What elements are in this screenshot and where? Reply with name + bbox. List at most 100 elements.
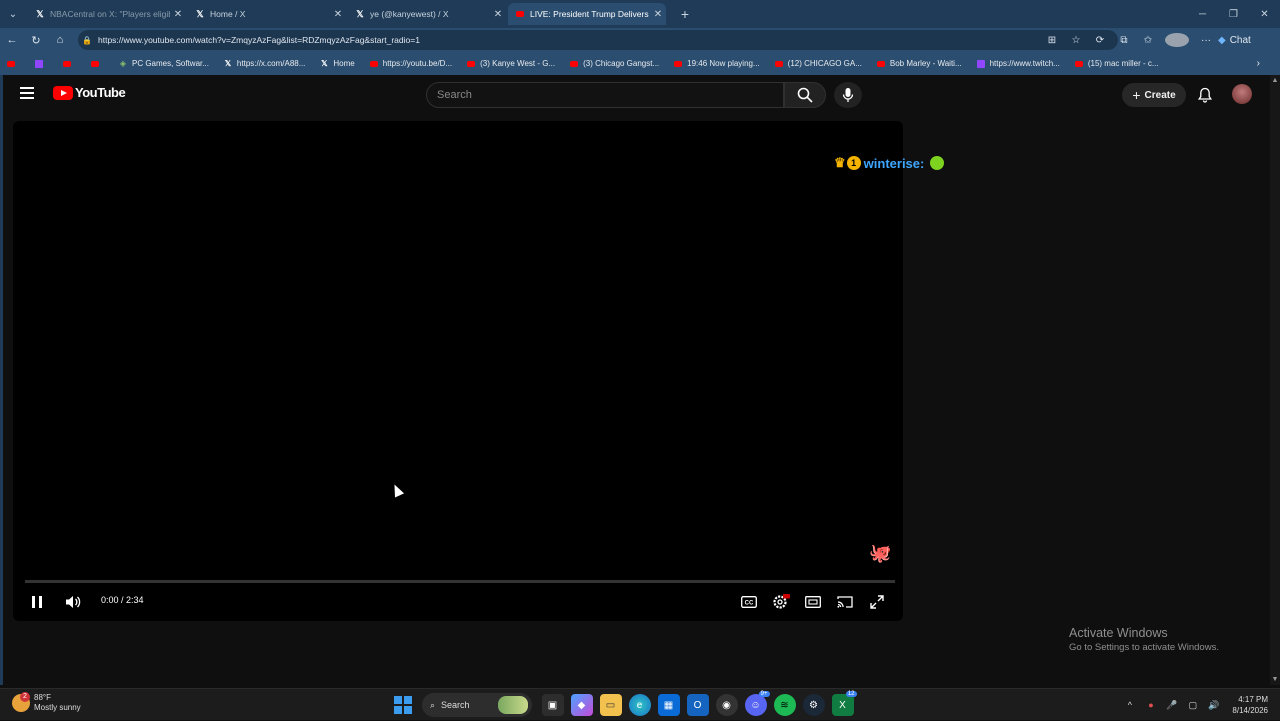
windows-start-icon[interactable]: [394, 696, 412, 714]
more-bookmarks-chevron-icon[interactable]: ›: [1257, 52, 1260, 75]
more-options-icon[interactable]: ···: [1194, 35, 1218, 46]
bookmark-item[interactable]: (3) Chicago Gangst...: [569, 59, 659, 69]
youtube-icon: [1074, 59, 1084, 69]
steam-icon[interactable]: ⚙: [802, 694, 825, 716]
overlay-username: winterise:: [863, 155, 925, 171]
favorite-star-icon[interactable]: ☆: [1064, 35, 1088, 46]
search-input[interactable]: Search: [426, 82, 784, 108]
bookmark-item[interactable]: 19:46 Now playing...: [673, 59, 760, 69]
home-icon[interactable]: ⌂: [48, 28, 72, 52]
browser-tab-nbacentral[interactable]: 𝕏 NBACentral on X: "Players eligible ✕: [28, 3, 186, 25]
x-icon: 𝕏: [36, 8, 44, 19]
voice-search-button[interactable]: [834, 82, 862, 108]
show-hidden-icons-chevron-icon[interactable]: ^: [1119, 700, 1140, 710]
media-app-icon[interactable]: ◉: [715, 694, 738, 716]
bookmark-item[interactable]: ◈ PC Games, Softwar...: [118, 59, 209, 69]
x-icon: 𝕏: [224, 59, 232, 68]
bookmark-item[interactable]: 𝕏https://x.com/A88...: [223, 59, 306, 69]
create-button[interactable]: + Create: [1122, 83, 1186, 107]
refresh-icon[interactable]: ↻: [24, 28, 48, 52]
bookmark-item[interactable]: (12) CHICAGO GA...: [774, 59, 862, 69]
sun-weather-icon: 2: [12, 692, 30, 712]
browser-tab-kanyewest[interactable]: 𝕏 ye (@kanyewest) / X ✕: [348, 3, 506, 25]
copilot-app-icon[interactable]: ◆: [570, 694, 593, 716]
bookmark-item[interactable]: (15) mac miller - c...: [1074, 59, 1159, 69]
bookmark-item[interactable]: https://www.twitch...: [976, 59, 1060, 69]
search-button[interactable]: [784, 82, 826, 108]
security-tray-icon[interactable]: ●: [1140, 700, 1161, 710]
page-scrollbar[interactable]: ▲ ▼: [1270, 75, 1280, 685]
youtube-icon: [369, 59, 379, 69]
bookmark-label: Bob Marley - Waiti...: [889, 59, 962, 68]
back-arrow-icon[interactable]: ←: [0, 28, 24, 52]
youtube-icon: [876, 59, 886, 69]
system-clock[interactable]: 4:17 PM 8/14/2026: [1232, 694, 1268, 716]
pause-button-icon[interactable]: [27, 590, 47, 614]
bookmark-item[interactable]: (3) Kanye West - G...: [466, 59, 555, 69]
app-available-icon[interactable]: ⊞: [1040, 35, 1064, 46]
mic-tray-icon[interactable]: 🎤: [1161, 700, 1182, 711]
edge-browser-icon[interactable]: e: [628, 694, 651, 716]
speaker-tray-icon[interactable]: 🔊: [1203, 700, 1224, 711]
site-info-icon[interactable]: 🔒: [82, 36, 96, 45]
bookmark-item[interactable]: [62, 59, 76, 69]
theater-mode-icon[interactable]: [802, 590, 824, 614]
bookmark-label: 19:46 Now playing...: [687, 59, 760, 68]
extensions-icon[interactable]: ⟳: [1088, 35, 1112, 46]
close-tab-icon[interactable]: ✕: [490, 9, 506, 20]
discord-icon[interactable]: ☺ 9+: [744, 691, 770, 716]
close-tab-icon[interactable]: ✕: [170, 9, 186, 20]
account-avatar[interactable]: [1232, 84, 1252, 104]
url-bar[interactable]: 🔒 https://www.youtube.com/watch?v=ZmqyzA…: [78, 30, 1118, 50]
system-tray: ^ ● 🎤 ▢ 🔊 4:17 PM 8/14/2026: [1119, 689, 1268, 721]
volume-icon[interactable]: [61, 590, 85, 614]
search-icon: [797, 87, 813, 103]
settings-gear-icon[interactable]: [770, 590, 792, 614]
restore-icon[interactable]: ❐: [1218, 0, 1249, 28]
taskbar-apps: ⌕ Search ▣ ◆ ▭ e ▦ O ◉ ☺ 9+ ≋ ⚙ X 12: [394, 691, 857, 718]
bookmark-item[interactable]: [34, 59, 48, 69]
microsoft-store-icon[interactable]: ▦: [657, 694, 680, 716]
x-icon: 𝕏: [356, 8, 364, 19]
cast-icon[interactable]: [834, 590, 856, 614]
close-tab-icon[interactable]: ✕: [650, 9, 666, 20]
subtitles-cc-icon[interactable]: CC: [738, 590, 760, 614]
fullscreen-exit-icon[interactable]: [866, 590, 888, 614]
hamburger-menu-icon[interactable]: [20, 87, 34, 99]
video-progress-bar[interactable]: [25, 580, 895, 583]
bell-shape: [1198, 87, 1212, 103]
youtube-play-icon: [53, 85, 73, 100]
file-explorer-icon[interactable]: ▭: [599, 694, 622, 716]
outlook-icon[interactable]: O: [686, 694, 709, 716]
bookmark-item[interactable]: [90, 59, 104, 69]
browser-tab-home-x[interactable]: 𝕏 Home / X ✕: [188, 3, 346, 25]
bookmark-label: https://youtu.be/D...: [382, 59, 453, 68]
close-window-icon[interactable]: ✕: [1249, 0, 1280, 28]
task-view-icon[interactable]: ▣: [541, 694, 564, 716]
favorites-icon[interactable]: ✩: [1136, 35, 1160, 46]
youtube-logo[interactable]: YouTube: [53, 85, 126, 100]
tab-actions-chevron-icon[interactable]: ⌄: [0, 0, 26, 28]
scroll-down-arrow-icon[interactable]: ▼: [1270, 676, 1280, 683]
browser-tab-youtube-live[interactable]: LIVE: President Trump Delivers Re ✕: [508, 3, 666, 25]
bookmark-item[interactable]: https://youtu.be/D...: [369, 59, 452, 69]
weather-widget[interactable]: 2 88°F Mostly sunny: [12, 692, 81, 713]
copilot-chat-button[interactable]: ◆ Chat: [1218, 35, 1266, 46]
split-screen-icon[interactable]: ⧉: [1112, 35, 1136, 46]
bookmark-item[interactable]: [6, 59, 20, 69]
excel-icon[interactable]: X 12: [831, 691, 857, 716]
taskbar-search[interactable]: ⌕ Search: [422, 693, 532, 717]
display-tray-icon[interactable]: ▢: [1182, 700, 1203, 711]
chat-overlay-user: ♛ 1 winterise:: [834, 155, 945, 171]
profile-avatar[interactable]: [1165, 33, 1189, 47]
minimize-icon[interactable]: ─: [1187, 0, 1218, 28]
close-tab-icon[interactable]: ✕: [330, 9, 346, 20]
scroll-up-arrow-icon[interactable]: ▲: [1270, 77, 1280, 84]
spotify-icon[interactable]: ≋: [773, 694, 796, 716]
tab-title: LIVE: President Trump Delivers Re: [530, 9, 650, 19]
video-player[interactable]: [13, 121, 903, 621]
new-tab-plus-icon[interactable]: +: [674, 6, 696, 22]
bookmark-item[interactable]: Bob Marley - Waiti...: [876, 59, 962, 69]
bookmark-item[interactable]: 𝕏 Home: [319, 59, 355, 69]
notifications-bell-icon[interactable]: [1196, 85, 1214, 105]
